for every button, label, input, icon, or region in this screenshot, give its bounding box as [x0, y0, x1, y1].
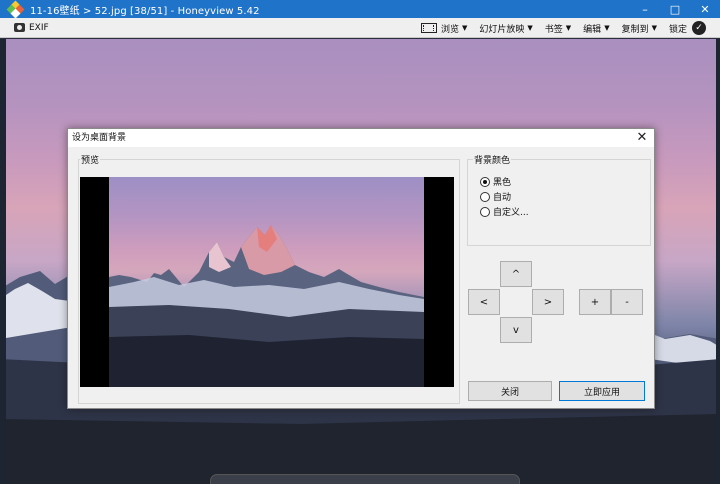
close-button[interactable]: 关闭 [468, 381, 552, 401]
check-icon: ✓ [692, 21, 706, 35]
caret-down-icon: ▼ [461, 24, 468, 32]
radio-custom-label: 自定义... [493, 208, 529, 218]
browse-menu[interactable]: 浏览 ▼ [420, 22, 468, 35]
radio-custom[interactable]: 自定义... [480, 205, 529, 218]
bottom-control-bar[interactable] [210, 474, 520, 484]
preview-label: 预览 [80, 153, 101, 166]
slideshow-menu[interactable]: 幻灯片放映 ▼ [479, 22, 532, 35]
wallpaper-preview [80, 177, 454, 387]
window-title: 11-16壁纸 > 52.jpg [38/51] - Honeyview 5.4… [30, 5, 260, 17]
lock-button[interactable]: 锁定 ✓ [669, 21, 706, 35]
right-edge [716, 39, 720, 484]
radio-selected-icon[interactable] [480, 176, 490, 187]
zoom-in-button[interactable]: + [579, 289, 611, 315]
title-bar: 11-16壁纸 > 52.jpg [38/51] - Honeyview 5.4… [0, 0, 720, 19]
lock-label: 锁定 [668, 24, 687, 35]
radio-auto[interactable]: 自动 [480, 190, 511, 203]
filmstrip-icon [420, 23, 437, 33]
apply-button[interactable]: 立即应用 [559, 381, 645, 401]
bgcolor-label: 背景颜色 [473, 153, 512, 166]
copyto-label: 复制到 [621, 24, 649, 35]
slideshow-label: 幻灯片放映 [479, 24, 525, 35]
minimize-button[interactable]: – [630, 0, 660, 18]
radio-unselected-icon[interactable] [480, 191, 490, 202]
caret-down-icon: ▼ [604, 24, 610, 32]
toolbar: EXIF 浏览 ▼ 幻灯片放映 ▼ 书签 ▼ 编辑 ▼ 复制到 ▼ 锁定 ✓ [0, 18, 720, 38]
exif-button[interactable]: EXIF [14, 23, 49, 33]
move-up-button[interactable]: ^ [500, 261, 532, 287]
maximize-button[interactable]: □ [660, 0, 690, 18]
edit-menu[interactable]: 编辑 ▼ [583, 22, 609, 35]
dialog-title: 设为桌面背景 [68, 129, 654, 147]
zoom-out-button[interactable]: - [611, 289, 643, 315]
dialog-close-icon[interactable]: ✕ [634, 130, 650, 146]
radio-unselected-icon[interactable] [480, 206, 490, 217]
bookmark-label: 书签 [544, 24, 563, 35]
caret-down-icon: ▼ [527, 24, 533, 32]
copyto-menu[interactable]: 复制到 ▼ [622, 22, 657, 35]
set-wallpaper-dialog: 设为桌面背景 ✕ 预览 背景颜色 黑色 自动 自定义... ^ < > v + … [67, 128, 655, 409]
radio-auto-label: 自动 [493, 193, 512, 203]
close-window-button[interactable]: ✕ [690, 0, 720, 18]
move-down-button[interactable]: v [500, 317, 532, 343]
move-left-button[interactable]: < [468, 289, 500, 315]
move-right-button[interactable]: > [532, 289, 564, 315]
bookmark-menu[interactable]: 书签 ▼ [545, 22, 571, 35]
preview-image [109, 177, 424, 387]
exif-label: EXIF [29, 22, 49, 33]
honeyview-app-icon [6, 0, 25, 19]
camera-icon [14, 23, 25, 32]
browse-label: 浏览 [440, 24, 459, 35]
radio-black[interactable]: 黑色 [480, 175, 511, 188]
caret-down-icon: ▼ [565, 24, 572, 32]
left-edge [0, 39, 6, 484]
caret-down-icon: ▼ [651, 24, 657, 32]
edit-label: 编辑 [583, 24, 602, 35]
radio-black-label: 黑色 [493, 178, 512, 188]
